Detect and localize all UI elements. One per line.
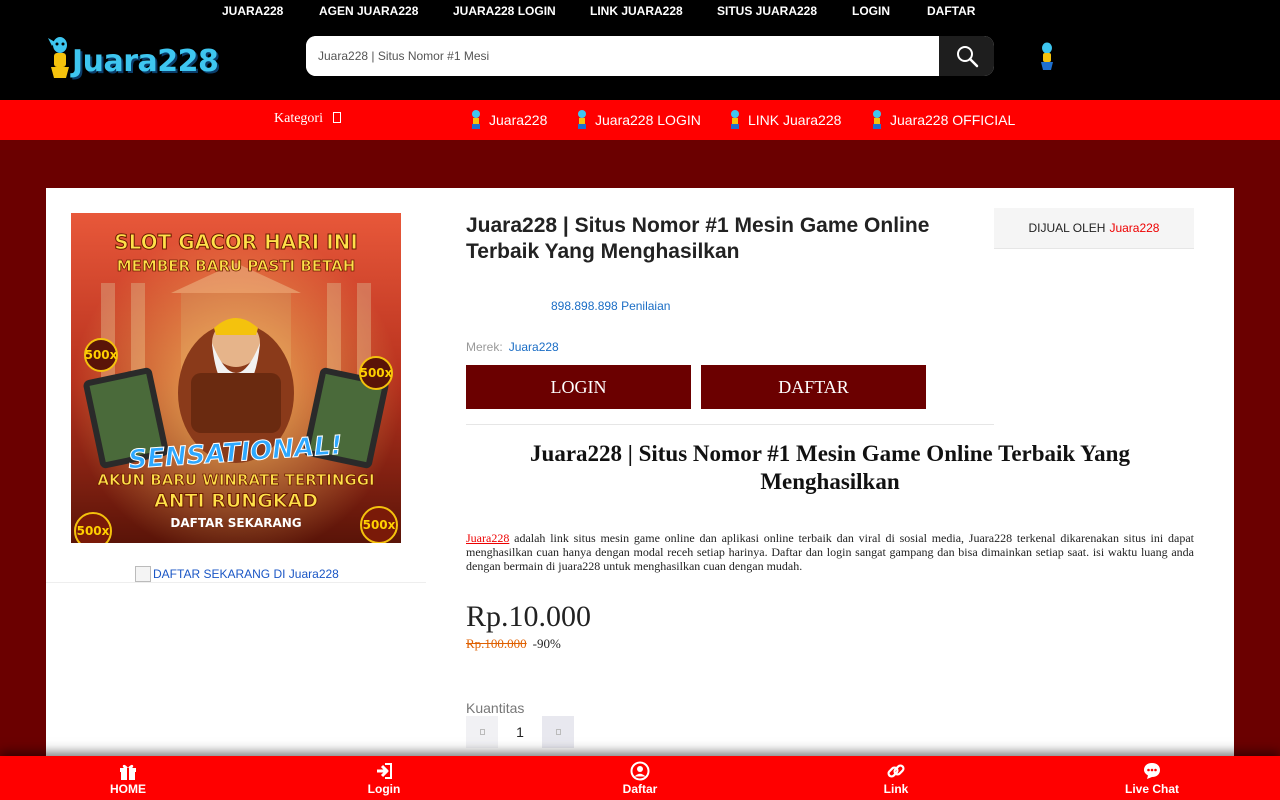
search-bar <box>306 36 994 76</box>
seller-box: DIJUAL OLEH Juara228 <box>994 208 1194 249</box>
banner-line1: SLOT GACOR HARI INI <box>114 230 358 254</box>
search-icon <box>956 46 978 68</box>
banner-line5: ANTI RUNGKAD <box>154 490 318 512</box>
bottomnav-live-chat[interactable]: Live Chat <box>1112 756 1192 800</box>
topnav-link-juara228[interactable]: LINK JUARA228 <box>590 4 683 18</box>
catlink-label: Juara228 <box>489 112 548 128</box>
broken-image-icon <box>135 566 151 582</box>
user-circle-icon <box>630 761 650 781</box>
daftar-button[interactable]: DAFTAR <box>701 365 926 409</box>
kategori-dropdown[interactable]: Kategori <box>274 111 341 127</box>
search-button[interactable] <box>939 36 994 76</box>
banner-badge: 500x <box>360 366 393 380</box>
bottomnav-daftar[interactable]: Daftar <box>600 756 680 800</box>
bottomnav-link[interactable]: Link <box>856 756 936 800</box>
catlink-label: Juara228 LOGIN <box>595 112 701 128</box>
plus-icon <box>555 729 561 735</box>
banner-line2: MEMBER BARU PASTI BETAH <box>117 257 356 275</box>
bottomnav-label: Live Chat <box>1124 782 1179 796</box>
quantity-value[interactable]: 1 <box>498 716 542 748</box>
catlink-label: LINK Juara228 <box>748 112 842 128</box>
topnav-agen-juara228[interactable]: AGEN JUARA228 <box>319 4 418 18</box>
catlink-link-juara228[interactable]: LINK Juara228 <box>728 110 841 130</box>
brand-value[interactable]: Juara228 <box>509 340 559 354</box>
catlink-juara228-login[interactable]: Juara228 LOGIN <box>575 110 701 130</box>
catlink-juara228-official[interactable]: Juara228 OFFICIAL <box>870 110 1015 130</box>
site-header: JUARA228 AGEN JUARA228 JUARA228 LOGIN LI… <box>0 0 1280 100</box>
daftar-banner-link[interactable]: DAFTAR SEKARANG DI Juara228 <box>135 566 339 582</box>
catlink-label: Juara228 OFFICIAL <box>890 112 1016 128</box>
seller-label: DIJUAL OLEH <box>1028 221 1106 235</box>
link-icon <box>887 764 905 778</box>
topnav-juara228[interactable]: JUARA228 <box>222 4 283 18</box>
chat-icon <box>1144 763 1160 779</box>
quantity-label: Kuantitas <box>466 700 525 716</box>
brand-row: Merek: Juara228 <box>466 340 559 354</box>
banner-badge: 500x <box>85 348 118 362</box>
gift-icon <box>120 764 136 780</box>
decrement-button[interactable] <box>466 716 498 748</box>
mascot-icon <box>48 37 69 78</box>
site-logo[interactable]: Juara228 <box>46 36 231 86</box>
minus-icon <box>479 729 485 735</box>
topnav-juara228-login[interactable]: JUARA228 LOGIN <box>453 4 556 18</box>
product-banner-image[interactable]: 500x 500x 500x 500x SLOT GACOR HARI INI … <box>71 213 401 543</box>
search-input[interactable] <box>306 36 939 76</box>
article-heading: Juara228 | Situs Nomor #1 Mesin Game Onl… <box>530 441 1130 494</box>
mascot-icon <box>731 110 739 129</box>
banner-badge: 500x <box>363 518 396 532</box>
brand-label: Merek: <box>466 340 503 354</box>
banner-badge: 500x <box>77 524 110 538</box>
dropdown-icon <box>332 112 341 123</box>
banner-line4: AKUN BARU WINRATE TERTINGGI <box>97 471 374 489</box>
bottomnav-login[interactable]: Login <box>344 756 424 800</box>
rating-count[interactable]: 898.898.898 Penilaian <box>551 299 670 313</box>
logo-text: Juara228 <box>72 44 219 79</box>
topnav-login[interactable]: LOGIN <box>852 4 890 18</box>
sign-in-icon <box>377 763 392 779</box>
increment-button[interactable] <box>542 716 574 748</box>
desc-text: adalah link situs mesin game online dan … <box>466 531 1194 573</box>
bottomnav-label: Link <box>883 782 909 796</box>
bottomnav-label: Login <box>367 782 401 796</box>
bottomnav-label: Daftar <box>622 782 658 796</box>
mascot-icon <box>1041 42 1053 70</box>
catlink-juara228[interactable]: Juara228 <box>469 110 547 130</box>
discount-badge: -90% <box>532 636 561 651</box>
product-title: Juara228 | Situs Nomor #1 Mesin Game Onl… <box>466 214 930 263</box>
banner-line6: DAFTAR SEKARANG <box>170 516 301 530</box>
original-price: Rp.100.000 <box>466 636 527 651</box>
category-bar: Kategori Juara228 Juara228 LOGIN LINK Ju… <box>0 100 1280 140</box>
desc-link[interactable]: Juara228 <box>466 531 509 545</box>
product-card: 500x 500x 500x 500x SLOT GACOR HARI INI … <box>46 188 1234 758</box>
bottomnav-home[interactable]: HOME <box>88 756 168 800</box>
divider <box>46 582 426 583</box>
divider <box>466 424 994 425</box>
mascot-icon <box>873 110 881 129</box>
mascot-icon <box>578 110 586 129</box>
mascot-icon <box>472 110 480 129</box>
banner-link-alt: DAFTAR SEKARANG DI Juara228 <box>153 567 339 581</box>
topnav-situs-juara228[interactable]: SITUS JUARA228 <box>717 4 817 18</box>
current-price: Rp.10.000 <box>466 600 592 633</box>
seller-name[interactable]: Juara228 <box>1109 221 1159 235</box>
kategori-label: Kategori <box>274 111 323 126</box>
login-button[interactable]: LOGIN <box>466 365 691 409</box>
quantity-stepper: 1 <box>466 716 574 748</box>
article-description: Juara228 adalah link situs mesin game on… <box>466 531 1194 573</box>
bottomnav-label: HOME <box>110 782 146 796</box>
topnav-daftar[interactable]: DAFTAR <box>927 4 975 18</box>
top-navigation: JUARA228 AGEN JUARA228 JUARA228 LOGIN LI… <box>0 0 1280 24</box>
bottom-navigation: HOME Login Daftar Link Live Chat <box>0 756 1280 800</box>
old-price-row: Rp.100.000 -90% <box>466 636 561 652</box>
